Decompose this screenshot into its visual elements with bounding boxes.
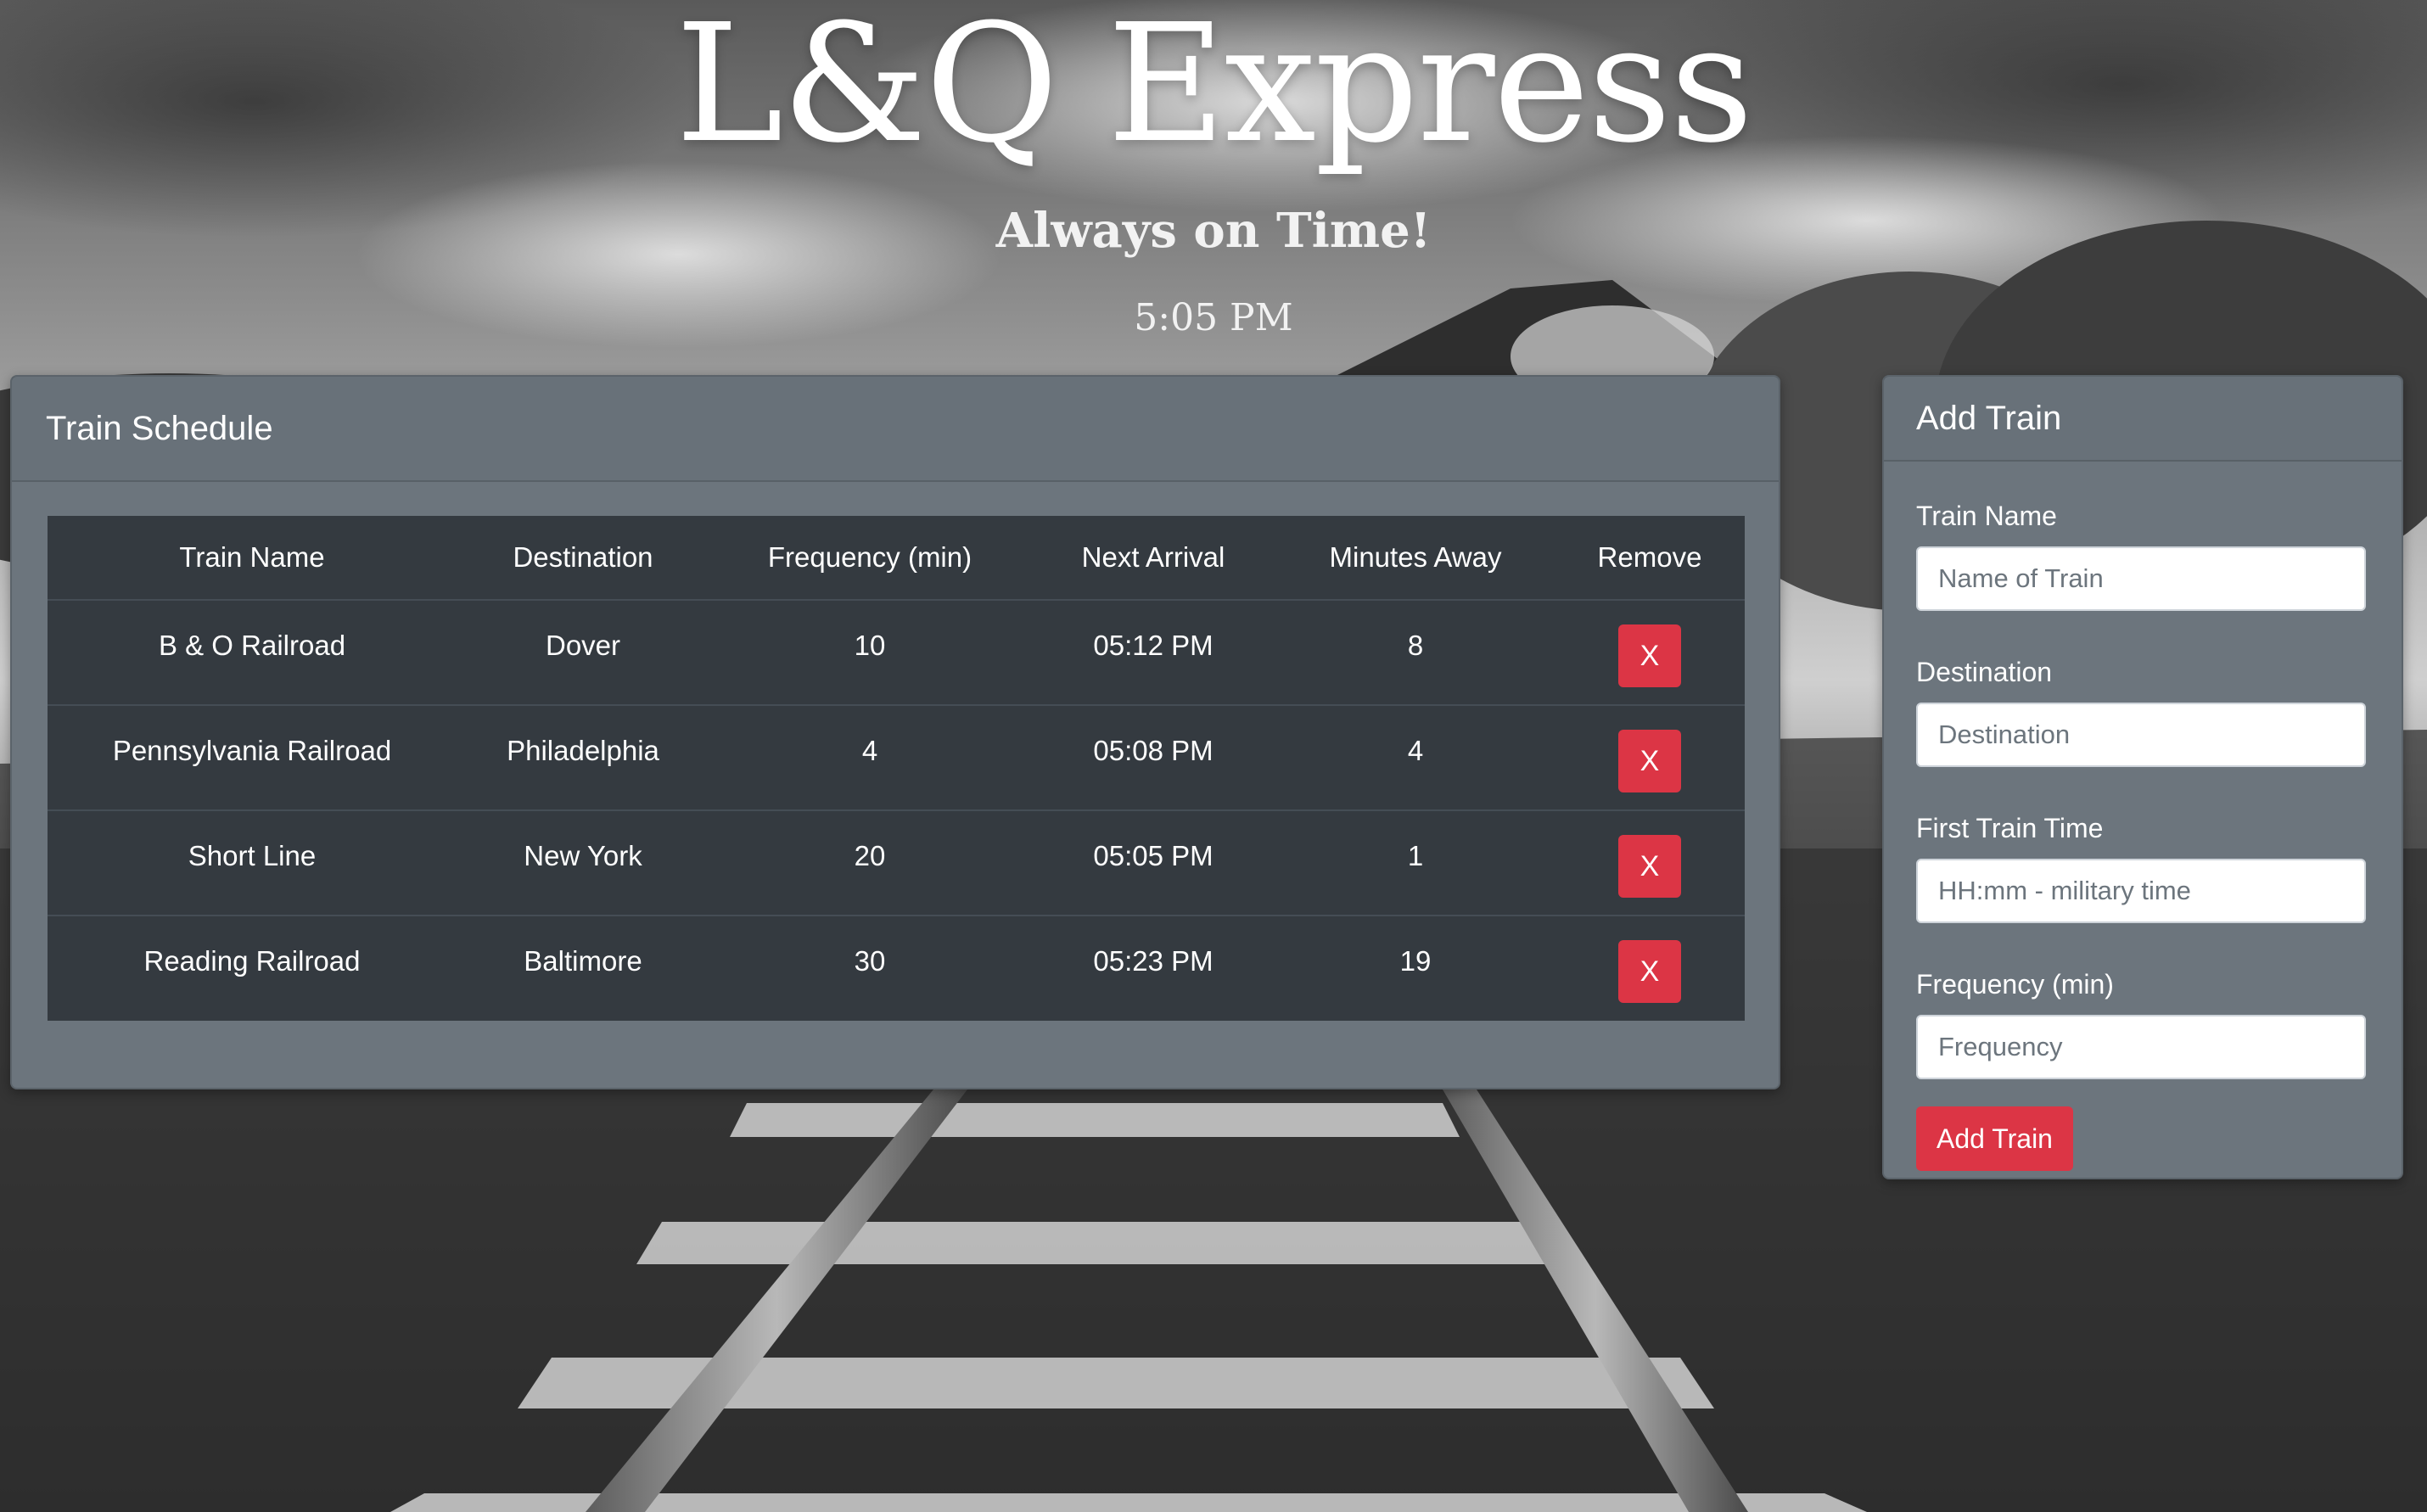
column-header-remove: Remove	[1555, 516, 1745, 601]
frequency-label: Frequency (min)	[1916, 969, 2114, 1000]
cell-minutes-away: 19	[1276, 915, 1555, 1021]
add-train-header: Add Train	[1884, 377, 2402, 462]
first-train-time-label: First Train Time	[1916, 813, 2104, 843]
column-header-destination: Destination	[457, 516, 709, 601]
table-header-row: Train Name Destination Frequency (min) N…	[48, 516, 1745, 601]
tagline: Always on Time!	[995, 203, 1432, 259]
destination-input[interactable]	[1916, 703, 2366, 767]
train-schedule-card: Train Schedule Train Name Destination Fr…	[10, 375, 1780, 1089]
add-train-card: Add Train Train Name Destination First T…	[1882, 375, 2403, 1179]
table-row: B & O Railroad Dover 10 05:12 PM 8 X	[48, 600, 1745, 705]
cell-next-arrival: 05:08 PM	[1030, 704, 1276, 810]
cell-remove: X	[1555, 704, 1745, 810]
cell-destination: New York	[457, 809, 709, 916]
train-name-label: Train Name	[1916, 501, 2057, 531]
cell-train-name: B & O Railroad	[158, 630, 346, 661]
cell-minutes-away: 1	[1276, 809, 1555, 916]
remove-train-button[interactable]: X	[1618, 730, 1681, 792]
column-header-minutes-away: Minutes Away	[1276, 516, 1555, 601]
cell-minutes-away: 8	[1407, 630, 1424, 661]
current-time: 5:05 PM	[1134, 296, 1293, 339]
add-train-form: Train Name Destination First Train Time …	[1884, 462, 2402, 1171]
train-schedule-table: Train Name Destination Frequency (min) N…	[48, 516, 1745, 1021]
cell-frequency: 20	[709, 809, 1030, 916]
cell-frequency: 10	[854, 630, 886, 661]
cell-next-arrival: 05:05 PM	[1030, 809, 1276, 916]
frequency-input[interactable]	[1916, 1015, 2366, 1079]
table-row: Reading Railroad Baltimore 30 05:23 PM 1…	[48, 915, 1745, 1021]
table-head: Train Name Destination Frequency (min) N…	[48, 516, 1745, 601]
table-row: Pennsylvania Railroad Philadelphia 4 05:…	[48, 704, 1745, 810]
cell-train-name: Short Line	[48, 809, 457, 916]
remove-train-button[interactable]: X	[1618, 835, 1681, 898]
first-train-time-input[interactable]	[1916, 859, 2366, 923]
column-header-next-arrival: Next Arrival	[1030, 516, 1276, 601]
column-header-frequency: Frequency (min)	[709, 516, 1030, 601]
cell-destination: Baltimore	[457, 915, 709, 1021]
cell-frequency: 4	[709, 704, 1030, 810]
cell-next-arrival: 05:23 PM	[1030, 915, 1276, 1021]
column-header-train-name: Train Name	[48, 516, 457, 601]
train-name-input[interactable]	[1916, 546, 2366, 611]
cell-remove: X	[1555, 809, 1745, 916]
cell-frequency: 30	[709, 915, 1030, 1021]
cell-train-name: Pennsylvania Railroad	[48, 704, 457, 810]
add-train-button[interactable]: Add Train	[1916, 1106, 2073, 1171]
cell-remove: X	[1555, 600, 1745, 705]
add-train-title: Add Train	[1916, 399, 2062, 437]
cell-next-arrival: 05:12 PM	[1093, 630, 1214, 661]
train-schedule-title: Train Schedule	[46, 409, 273, 447]
cell-minutes-away: 4	[1276, 704, 1555, 810]
train-schedule-header: Train Schedule	[12, 377, 1779, 482]
table-row: Short Line New York 20 05:05 PM 1 X	[48, 809, 1745, 916]
remove-train-button[interactable]: X	[1618, 940, 1681, 1003]
cell-train-name: Reading Railroad	[48, 915, 457, 1021]
train-schedule-table-wrapper: Train Name Destination Frequency (min) N…	[48, 516, 1745, 1021]
cell-destination: Philadelphia	[457, 704, 709, 810]
remove-train-button[interactable]: X	[1618, 624, 1681, 687]
site-title: L&Q Express	[675, 0, 1754, 179]
cell-remove: X	[1555, 915, 1745, 1021]
cell-destination: Dover	[545, 630, 621, 661]
destination-label: Destination	[1916, 657, 2053, 687]
table-body: B & O Railroad Dover 10 05:12 PM 8 X Pen…	[48, 600, 1745, 1021]
